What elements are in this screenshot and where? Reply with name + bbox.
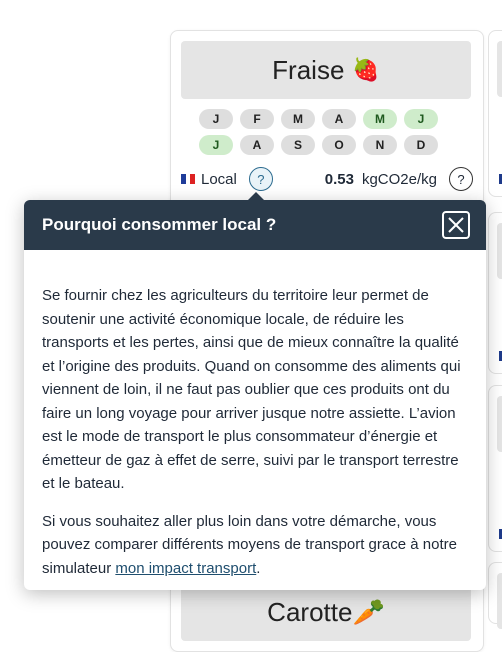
neighbor-card-title bbox=[497, 223, 502, 279]
close-icon bbox=[448, 217, 464, 233]
month-chip: S bbox=[281, 135, 315, 155]
neighbor-card bbox=[488, 212, 502, 374]
seasonality-calendar: JFMAMJ JASOND bbox=[199, 109, 459, 161]
month-chip: A bbox=[322, 109, 356, 129]
next-product-name: Carotte bbox=[267, 596, 353, 627]
carrot-icon: 🥕 bbox=[352, 596, 385, 627]
month-chip: D bbox=[404, 135, 438, 155]
month-chip: N bbox=[363, 135, 397, 155]
months-row-1: JFMAMJ bbox=[199, 109, 459, 129]
month-chip: J bbox=[199, 135, 233, 155]
local-help-button[interactable]: ? bbox=[248, 167, 273, 191]
month-chip: F bbox=[240, 109, 274, 129]
popover-caret bbox=[248, 192, 264, 200]
modal-title: Pourquoi consommer local ? bbox=[42, 215, 277, 234]
month-chip: M bbox=[281, 109, 315, 129]
carbon-footprint: 0.53 kgCO2e/kg ? bbox=[325, 167, 473, 191]
month-chip: M bbox=[363, 109, 397, 129]
co2-value: 0.53 bbox=[324, 170, 354, 188]
co2-unit: kgCO2e/kg bbox=[361, 170, 437, 188]
co2-help-button[interactable]: ? bbox=[449, 167, 473, 191]
next-product-title: Carotte 🥕 bbox=[181, 583, 471, 641]
paragraph-2-end: . bbox=[256, 559, 261, 577]
neighbor-card-title bbox=[497, 41, 502, 97]
month-chip: J bbox=[199, 109, 233, 129]
product-footer: Local ? 0.53 kgCO2e/kg ? bbox=[181, 166, 473, 192]
month-chip: O bbox=[322, 135, 356, 155]
neighbor-card-title bbox=[497, 573, 502, 629]
local-info-modal: Pourquoi consommer local ? Se fournir ch… bbox=[24, 192, 486, 590]
neighbor-card bbox=[488, 30, 502, 197]
france-flag-icon bbox=[181, 174, 196, 184]
product-name: Fraise bbox=[272, 54, 345, 85]
month-chip: A bbox=[240, 135, 274, 155]
origin-label: Local bbox=[201, 170, 237, 188]
modal-body: Se fournir chez les agriculteurs du terr… bbox=[24, 250, 486, 580]
modal-paragraph-2: Si vous souhaitez aller plus loin dans v… bbox=[42, 510, 468, 581]
months-row-2: JASOND bbox=[199, 135, 459, 155]
product-title: Fraise 🍓 bbox=[181, 41, 471, 99]
neighbor-card bbox=[488, 562, 502, 629]
modal-paragraph-1: Se fournir chez les agriculteurs du terr… bbox=[42, 287, 461, 492]
strawberry-icon: 🍓 bbox=[352, 57, 380, 82]
month-chip: J bbox=[404, 109, 438, 129]
neighbor-card bbox=[488, 385, 502, 552]
transport-simulator-link[interactable]: mon impact transport bbox=[115, 560, 256, 577]
close-button[interactable] bbox=[442, 211, 470, 239]
modal-header: Pourquoi consommer local ? bbox=[24, 192, 486, 250]
neighbor-card-title bbox=[497, 396, 502, 452]
